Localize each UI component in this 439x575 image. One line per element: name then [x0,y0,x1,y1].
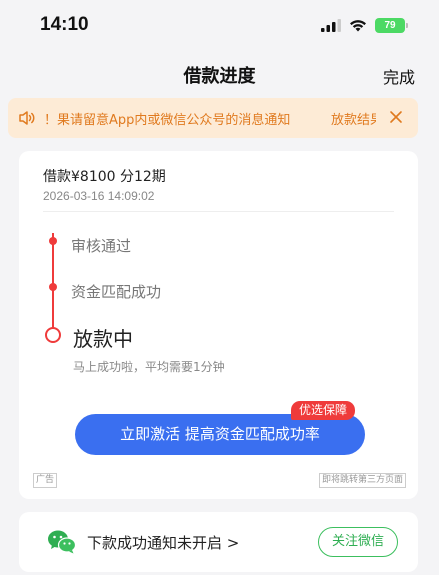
nav-bar: 借款进度 完成 [0,52,439,94]
notice-banner: ！果请留意App内或微信公众号的消息通知 放款结果 [8,98,418,138]
current-step-ring [45,327,61,343]
done-button[interactable]: 完成 [383,64,415,88]
wechat-icon [48,530,77,554]
divider [43,211,394,212]
follow-wechat-button[interactable]: 关注微信 [318,527,398,557]
current-step-desc: 马上成功啦，平均需要1分钟 [73,360,225,374]
status-icons: 79 [321,18,408,33]
current-step-label: 放款中 [73,327,133,351]
timeline-line [52,233,54,329]
ad-label: 广告 [33,473,58,488]
redirect-label: 即将跳转第三方页面 [318,473,406,488]
signal-icon [321,19,341,32]
activate-button[interactable]: 立即激活 提高资金匹配成功率 [75,414,365,455]
step-dot [49,283,57,291]
wifi-icon [350,20,366,32]
step-dot [49,237,57,245]
battery-icon: 79 [375,18,408,33]
loan-date: 2026-03-16 14:09:02 [43,189,155,203]
notice-text: ！果请留意App内或微信公众号的消息通知 [44,113,291,128]
promo-badge: 优选保障 [291,401,356,420]
step-approved: 审核通过 [71,237,132,255]
close-icon[interactable] [388,109,404,125]
status-time: 14:10 [40,14,89,35]
notice-text-continued: 放款结果 [331,113,376,128]
wechat-notify-card: 下款成功通知未开启 > 关注微信 [19,512,418,572]
wechat-notify-link[interactable]: 下款成功通知未开启 > [87,532,239,553]
speaker-icon [19,111,35,125]
page-title: 借款进度 [183,66,256,87]
step-matched: 资金匹配成功 [71,283,162,301]
loan-progress-card: 借款¥8100 分12期 2026-03-16 14:09:02 审核通过 资金… [19,151,418,499]
loan-summary: 借款¥8100 分12期 [43,169,166,185]
status-bar: 14:10 79 [0,0,439,52]
